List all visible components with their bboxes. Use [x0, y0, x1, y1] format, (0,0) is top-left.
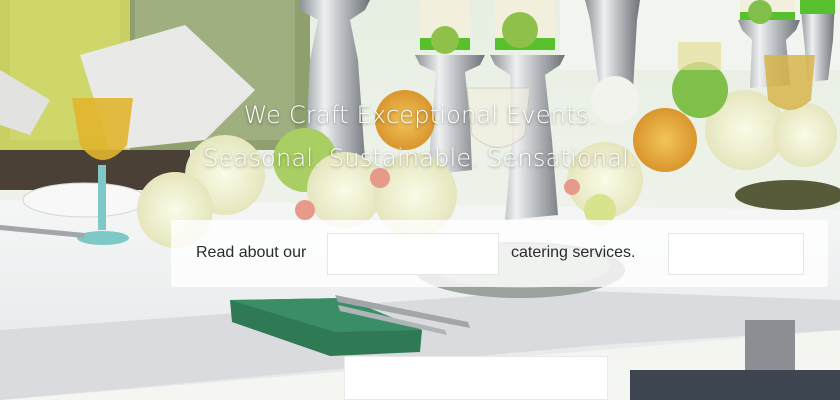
go-button[interactable]: [668, 233, 804, 275]
cta-text-before: Read about our: [196, 244, 307, 261]
hero-headline-line2: Seasonal. Sustainable. Sensational.: [203, 144, 637, 172]
hero-headline-line1: We Craft Exceptional Events.: [243, 101, 597, 129]
bottom-cta-button[interactable]: [344, 356, 608, 400]
hero-background: [0, 0, 840, 400]
service-type-dropdown[interactable]: [327, 233, 499, 275]
hero-photo: [0, 0, 840, 400]
cta-text-after: catering services.: [511, 244, 636, 261]
